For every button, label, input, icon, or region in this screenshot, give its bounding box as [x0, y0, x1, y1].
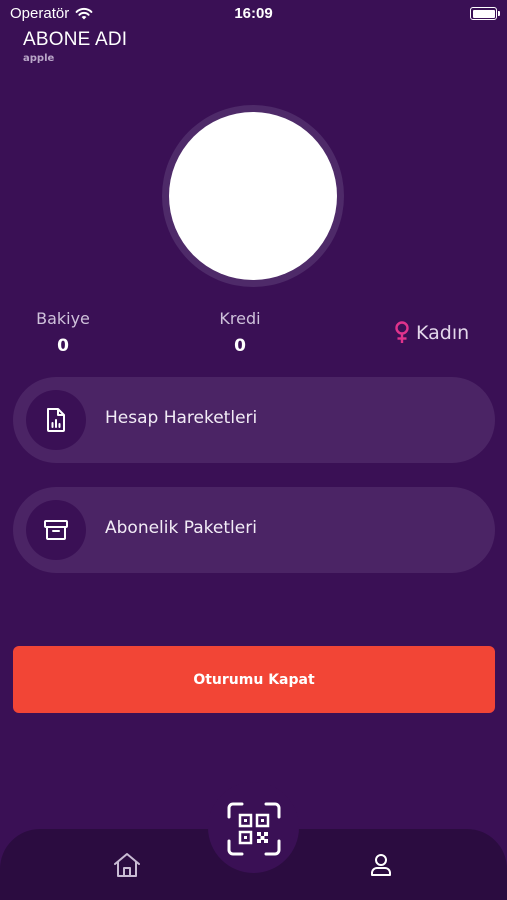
qr-scan-icon [227, 802, 281, 856]
menu-icon-circle [26, 500, 86, 560]
status-bar: Operatör 16:09 [0, 0, 507, 28]
gender-label: Kadın [416, 322, 470, 344]
profile-icon [371, 854, 391, 876]
credit-label: Kredi [219, 309, 261, 328]
battery-icon [470, 7, 500, 20]
account-header: ABONE ADI apple [23, 29, 127, 64]
account-name: ABONE ADI [23, 29, 128, 50]
status-time: 16:09 [234, 5, 273, 22]
tab-home[interactable] [111, 849, 143, 881]
logout-button[interactable]: Oturumu Kapat [13, 646, 495, 713]
credit-value: 0 [234, 336, 246, 356]
balance-label: Bakiye [36, 309, 90, 328]
menu-icon-circle [26, 390, 86, 450]
subscription-packages-button[interactable]: Abonelik Paketleri [13, 487, 495, 573]
menu-item-label: Hesap Hareketleri [105, 408, 258, 428]
balance-stat: Bakiye 0 [23, 309, 103, 356]
credit-stat: Kredi 0 [200, 309, 280, 356]
qr-scan-button[interactable] [225, 800, 283, 858]
gender-indicator: Kadın [394, 321, 469, 345]
menu-item-label: Abonelik Paketleri [105, 518, 257, 538]
avatar[interactable] [169, 112, 337, 280]
female-icon [395, 321, 409, 343]
account-transactions-button[interactable]: Hesap Hareketleri [13, 377, 495, 463]
tab-profile[interactable] [365, 849, 397, 881]
account-username: apple [23, 53, 55, 64]
balance-value: 0 [57, 336, 69, 356]
archive-box-icon [44, 520, 68, 540]
home-icon [114, 853, 140, 877]
file-chart-icon [47, 408, 65, 432]
